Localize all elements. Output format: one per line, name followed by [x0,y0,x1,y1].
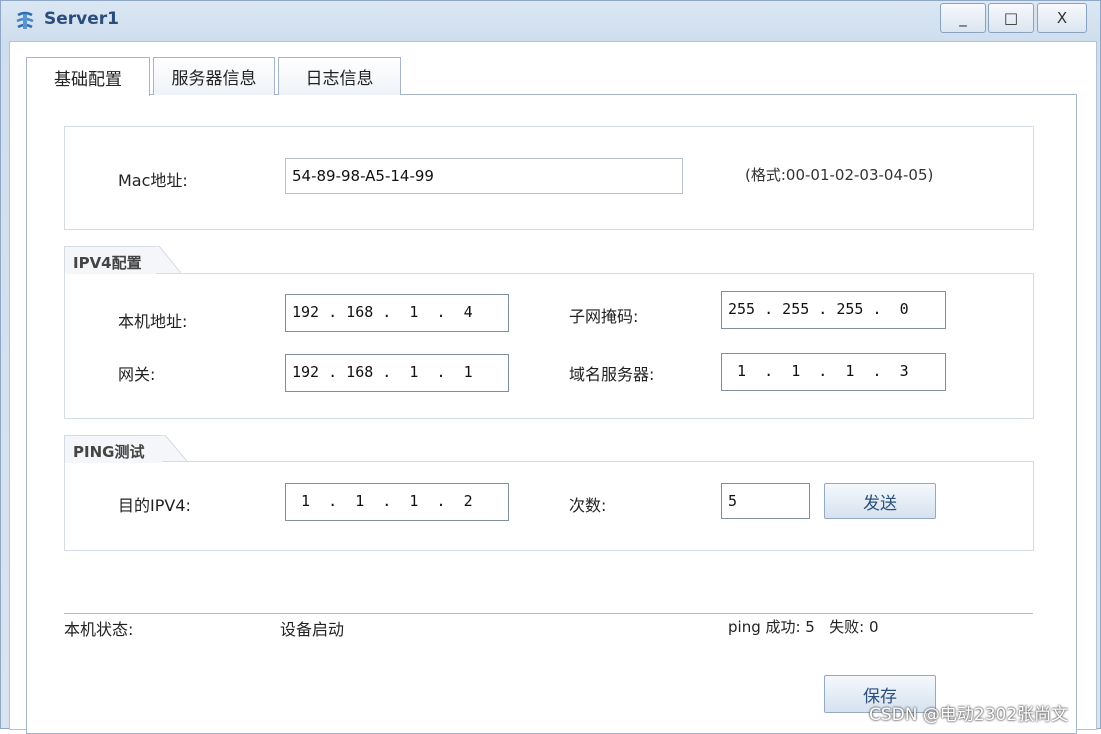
target-ipv4-input[interactable]: 1 . 1 . 1 . 2 [285,483,509,521]
local-address-label: 本机地址: [118,312,188,331]
send-ping-button[interactable]: 发送 [824,483,936,519]
mac-address-input[interactable]: 54-89-98-A5-14-99 [285,158,683,194]
server-app-icon [16,11,34,29]
ping-result-summary: ping 成功: 5 失败: 0 [728,618,879,636]
close-button[interactable]: X [1037,3,1087,33]
maximize-icon: □ [1003,9,1019,27]
subnet-mask-label: 子网掩码: [569,307,639,326]
minimize-icon: _ [959,9,967,27]
maximize-button[interactable]: □ [988,3,1034,33]
target-ipv4-label: 目的IPV4: [118,496,191,515]
minimize-button[interactable]: _ [940,3,986,33]
tab-basic-config[interactable]: 基础配置 [26,57,150,96]
title-bar[interactable]: Server1 _ □ X [1,1,1100,41]
mac-label: Mac地址: [118,171,188,190]
status-label: 本机状态: [64,620,134,639]
ping-count-input[interactable]: 5 [721,483,810,519]
ipv4-tab-corner [155,246,181,274]
status-divider [64,613,1033,614]
local-address-input[interactable]: 192 . 168 . 1 . 4 [285,294,509,332]
tab-label: 日志信息 [305,69,374,89]
window-title: Server1 [44,9,119,29]
ping-count-label: 次数: [569,496,607,515]
server-config-window: Server1 _ □ X 基础配置 服务器信息 日志信息 Mac地址: 54-… [0,0,1101,734]
ping-group-title: PING测试 [64,435,162,463]
ping-tab-corner [161,435,187,462]
send-ping-label: 发送 [863,493,897,514]
watermark: CSDN @电动2302张尚文 [869,705,1069,725]
dns-server-label: 域名服务器: [569,365,655,384]
gateway-label: 网关: [118,365,156,384]
tab-label: 基础配置 [54,69,122,90]
gateway-input[interactable]: 192 . 168 . 1 . 1 [285,354,509,392]
subnet-mask-input[interactable]: 255 . 255 . 255 . 0 [721,291,946,329]
tab-log-info[interactable]: 日志信息 [278,57,401,95]
mac-format-hint: (格式:00-01-02-03-04-05) [745,166,934,184]
close-icon: X [1056,9,1068,27]
dns-server-input[interactable]: 1 . 1 . 1 . 3 [721,353,946,391]
ipv4-group-title: IPV4配置 [64,246,156,274]
tab-label: 服务器信息 [171,69,257,89]
tab-server-info[interactable]: 服务器信息 [153,57,275,95]
status-value: 设备启动 [280,620,345,639]
